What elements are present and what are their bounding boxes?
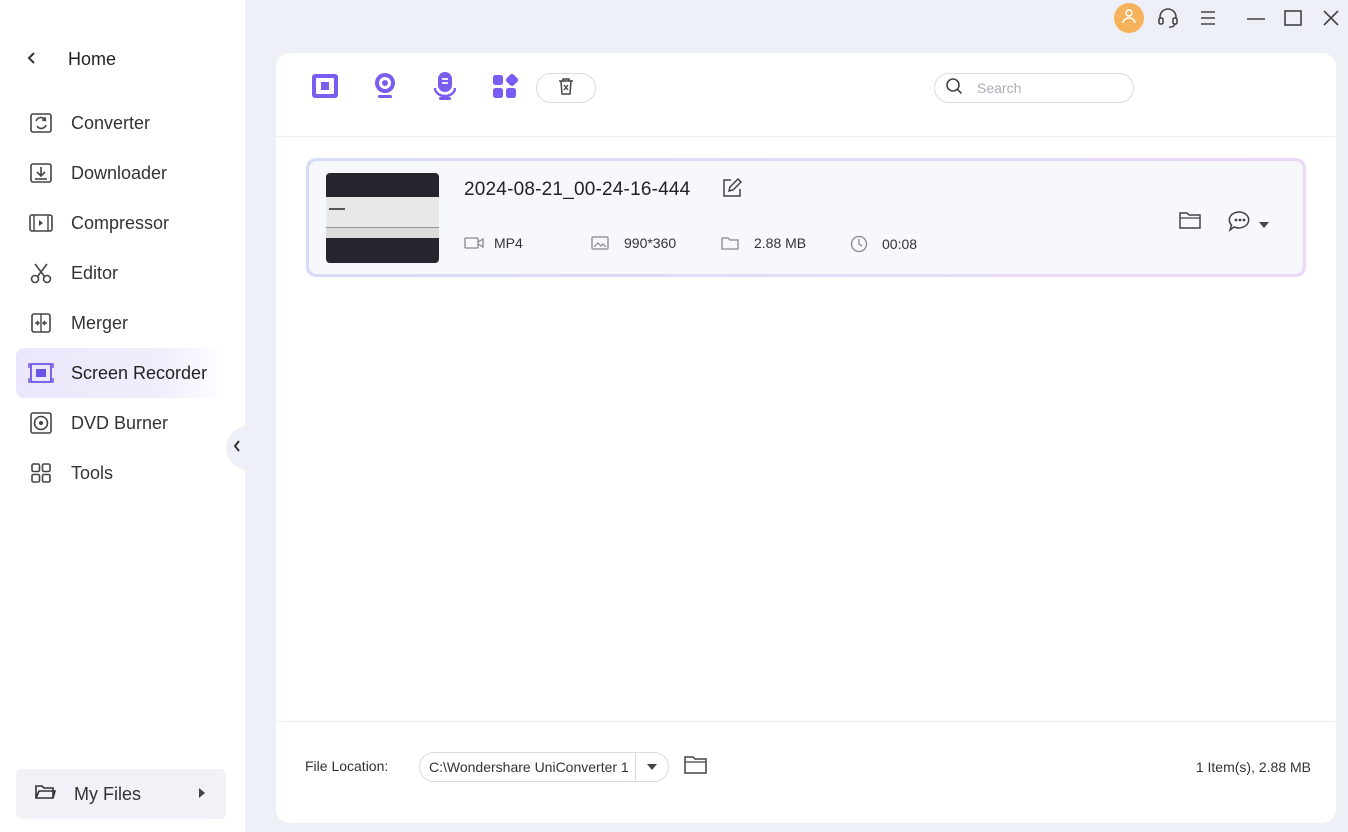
home-link[interactable]: Home (24, 44, 116, 74)
sidebar-item-label: Screen Recorder (71, 362, 208, 383)
apps-icon (492, 73, 519, 104)
sidebar-item-merger[interactable]: Merger (16, 298, 226, 348)
browse-folder-icon[interactable] (684, 755, 708, 780)
converter-icon (28, 110, 54, 136)
more-tools-button[interactable] (490, 73, 520, 103)
clock-icon (850, 235, 868, 253)
caret-down-icon (1259, 215, 1269, 233)
thumbnail-mark (329, 208, 345, 210)
search-icon (945, 77, 963, 100)
sidebar-item-tools[interactable]: Tools (16, 448, 226, 498)
support-headset-icon[interactable] (1156, 6, 1180, 30)
video-camera-icon (464, 236, 484, 250)
scissors-icon (28, 260, 54, 286)
sidebar-item-label: Editor (71, 262, 119, 283)
tools-icon (28, 460, 54, 486)
sidebar-item-label: DVD Burner (71, 412, 169, 433)
open-folder-icon[interactable] (1179, 211, 1201, 234)
sidebar-item-label: Tools (71, 462, 114, 483)
file-location-label: File Location: (305, 758, 389, 774)
file-item[interactable]: 2024-08-21_00-24-16-444 MP4 990*360 2.88… (306, 158, 1306, 277)
more-dots-icon (1227, 210, 1253, 237)
video-thumbnail[interactable] (326, 173, 439, 263)
maximize-icon[interactable] (1281, 6, 1305, 30)
delete-button[interactable] (536, 73, 596, 103)
downloader-icon (28, 160, 54, 186)
trash-icon (558, 77, 574, 100)
file-location-select[interactable]: C:\Wondershare UniConverter 1 (419, 752, 669, 782)
size-value: 2.88 MB (754, 235, 807, 251)
file-size: 2.88 MB (721, 235, 806, 251)
search-input[interactable] (977, 80, 1117, 96)
minimize-icon[interactable] (1244, 6, 1268, 30)
my-files-label: My Files (74, 783, 141, 804)
screen-record-button[interactable] (310, 73, 340, 103)
recorder-toolbar (276, 53, 1336, 137)
chevron-left-icon (24, 51, 40, 67)
dvd-icon (28, 410, 54, 436)
thumbnail-band (326, 197, 439, 227)
file-item-body: 2024-08-21_00-24-16-444 MP4 990*360 2.88… (309, 161, 1303, 274)
sidebar-item-screen-recorder[interactable]: Screen Recorder (16, 348, 226, 398)
webcam-record-button[interactable] (370, 71, 400, 106)
rename-edit-icon[interactable] (721, 177, 743, 204)
footer-bar: File Location: C:\Wondershare UniConvert… (276, 721, 1336, 823)
user-icon (1121, 8, 1137, 29)
menu-icon[interactable] (1196, 6, 1220, 30)
search-box[interactable] (934, 73, 1134, 103)
file-duration: 00:08 (850, 235, 917, 253)
chevron-right-icon (198, 787, 206, 801)
sidebar-item-converter[interactable]: Converter (16, 98, 226, 148)
sidebar-item-label: Compressor (71, 212, 170, 233)
file-resolution: 990*360 (591, 235, 676, 251)
sidebar: Home Converter Downloader Compressor Edi… (0, 0, 245, 832)
image-icon (591, 236, 609, 250)
sidebar-item-label: Downloader (71, 162, 168, 183)
folder-icon (721, 236, 739, 250)
sidebar-item-compressor[interactable]: Compressor (16, 198, 226, 248)
thumbnail-band-lower (326, 227, 439, 238)
format-value: MP4 (494, 235, 523, 251)
chevron-left-icon (233, 439, 241, 457)
close-icon[interactable] (1319, 6, 1343, 30)
file-location-value: C:\Wondershare UniConverter 1 (429, 759, 629, 775)
file-name: 2024-08-21_00-24-16-444 (464, 179, 691, 200)
compressor-icon (28, 210, 54, 236)
resolution-value: 990*360 (624, 235, 677, 251)
sidebar-nav: Converter Downloader Compressor Editor M… (16, 98, 226, 498)
folder-open-icon (34, 782, 57, 807)
more-options-button[interactable] (1227, 210, 1269, 237)
webcam-icon (371, 71, 399, 106)
screen-record-icon (310, 72, 340, 105)
sidebar-item-label: Merger (71, 312, 129, 333)
sidebar-item-dvd-burner[interactable]: DVD Burner (16, 398, 226, 448)
user-avatar[interactable] (1114, 3, 1144, 33)
sidebar-item-editor[interactable]: Editor (16, 248, 226, 298)
file-format: MP4 (464, 235, 523, 251)
home-label: Home (68, 48, 117, 69)
my-files-button[interactable]: My Files (16, 769, 226, 819)
audio-record-button[interactable] (430, 71, 460, 106)
screen-recorder-icon (28, 360, 54, 386)
sidebar-item-downloader[interactable]: Downloader (16, 148, 226, 198)
items-summary: 1 Item(s), 2.88 MB (1195, 759, 1311, 775)
chevron-down-icon[interactable] (635, 753, 667, 781)
merger-icon (28, 310, 54, 336)
sidebar-item-label: Converter (71, 112, 151, 133)
main-panel: 2024-08-21_00-24-16-444 MP4 990*360 (276, 53, 1336, 823)
duration-value: 00:08 (882, 236, 918, 252)
microphone-icon (433, 71, 457, 106)
